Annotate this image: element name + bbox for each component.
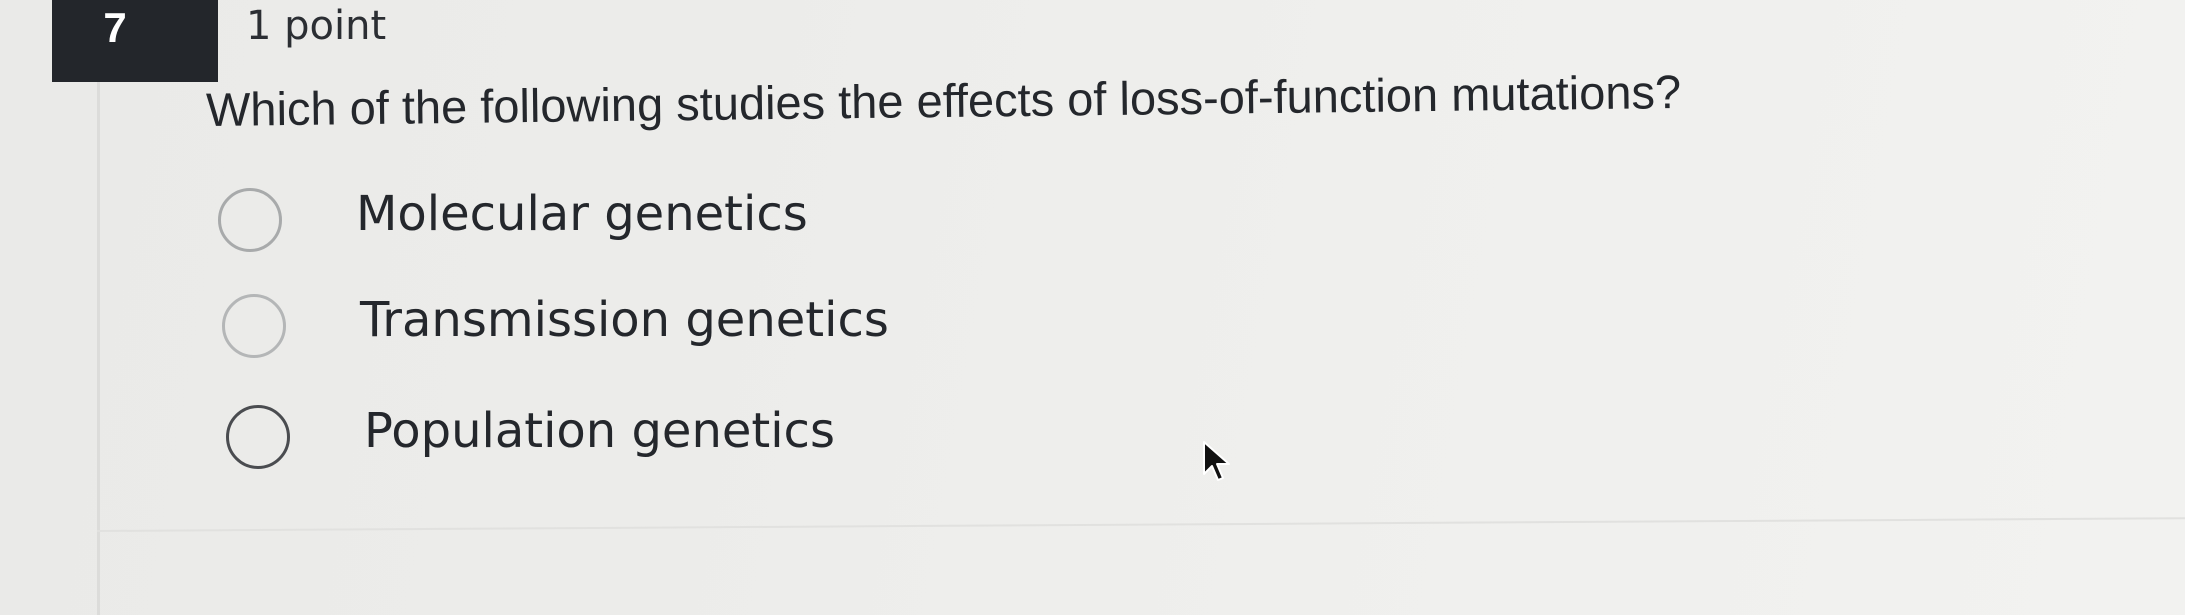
left-divider — [97, 0, 100, 615]
question-prompt: Which of the following studies the effec… — [205, 64, 1682, 136]
radio-button-icon[interactable] — [226, 405, 290, 469]
quiz-page: 7 1 point Which of the following studies… — [0, 0, 2185, 615]
answer-option-label[interactable]: Transmission genetics — [360, 288, 889, 352]
points-label: 1 point — [246, 3, 387, 49]
question-number-badge: 7 — [52, 0, 218, 82]
answer-option-label[interactable]: Population genetics — [364, 399, 835, 463]
radio-button-icon[interactable] — [222, 294, 286, 358]
mouse-pointer-icon — [1203, 441, 1230, 481]
bottom-divider — [96, 517, 2185, 532]
answer-option-label[interactable]: Molecular genetics — [356, 182, 808, 246]
radio-button-icon[interactable] — [218, 188, 282, 252]
